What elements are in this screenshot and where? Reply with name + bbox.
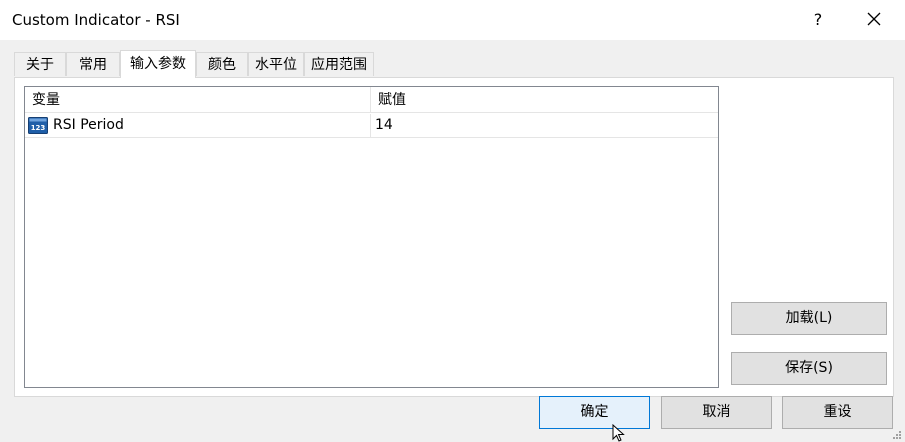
column-header-variable[interactable]: 变量 xyxy=(25,87,371,112)
tab-levels[interactable]: 水平位 xyxy=(248,52,304,76)
close-button[interactable] xyxy=(860,6,888,34)
help-button[interactable]: ? xyxy=(806,6,830,34)
resize-grip-icon[interactable] xyxy=(892,430,902,440)
tab-colors[interactable]: 颜色 xyxy=(196,52,248,76)
tab-visualization[interactable]: 应用范围 xyxy=(304,52,374,76)
help-icon: ? xyxy=(813,10,823,29)
tab-common[interactable]: 常用 xyxy=(66,52,120,76)
table-header: 变量 赋值 xyxy=(25,87,718,113)
save-button[interactable]: 保存(S) xyxy=(731,352,887,385)
column-header-value[interactable]: 赋值 xyxy=(371,87,718,112)
tab-about[interactable]: 关于 xyxy=(14,52,66,76)
tab-strip: 关于 常用 输入参数 颜色 水平位 应用范围 xyxy=(14,50,894,78)
param-name: RSI Period xyxy=(25,114,371,137)
mouse-cursor-icon xyxy=(612,424,625,442)
title-bar: Custom Indicator - RSI ? xyxy=(0,0,905,40)
reset-button[interactable]: 重设 xyxy=(782,396,893,429)
cancel-button[interactable]: 取消 xyxy=(661,396,772,429)
close-icon xyxy=(867,12,881,26)
ok-button[interactable]: 确定 xyxy=(539,396,650,429)
window-title: Custom Indicator - RSI xyxy=(12,11,180,29)
load-button[interactable]: 加载(L) xyxy=(731,302,887,335)
param-value[interactable]: 14 xyxy=(371,114,718,137)
table-row[interactable]: 123 RSI Period 14 xyxy=(25,114,718,138)
inputs-table[interactable]: 变量 赋值 123 RSI Period 14 xyxy=(24,86,719,388)
tab-inputs[interactable]: 输入参数 xyxy=(120,50,196,78)
